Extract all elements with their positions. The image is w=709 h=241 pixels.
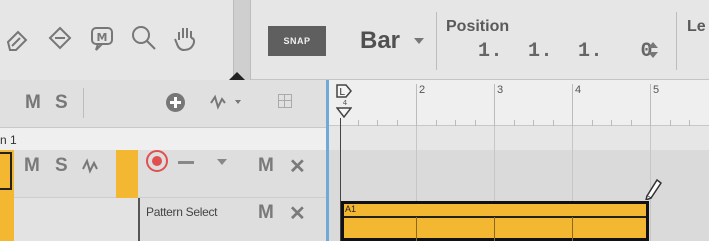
pattern-clip-label: A1 — [345, 204, 357, 214]
ruler-tick — [475, 120, 476, 126]
ruler-tick — [397, 120, 398, 126]
svg-text:M: M — [97, 31, 108, 44]
pattern-beat-line — [494, 217, 495, 241]
automation-icon[interactable] — [210, 93, 244, 111]
toolbar-divider — [436, 12, 437, 70]
mute-all-button[interactable]: M — [25, 92, 41, 114]
pattern-lane-remove-button[interactable]: ✕ — [289, 201, 306, 226]
bar-number: 2 — [419, 84, 426, 96]
pencil-cursor-icon — [642, 176, 663, 202]
pattern-lane-spacer — [14, 198, 138, 241]
grid-select[interactable]: Bar — [360, 25, 400, 57]
track-input-dash — [178, 161, 194, 164]
bar-line — [416, 84, 417, 126]
ruler-tick — [533, 120, 534, 126]
eraser-icon[interactable] — [2, 22, 34, 54]
pattern-clip-divider — [344, 216, 646, 218]
grid-view-icon[interactable] — [278, 94, 292, 108]
chevron-down-icon[interactable] — [217, 159, 227, 165]
position-field[interactable]: 1. 1. 1. 0 — [478, 40, 653, 63]
bar-line — [650, 84, 651, 126]
track-remove-button[interactable]: ✕ — [289, 154, 306, 179]
bar-number: 3 — [497, 84, 504, 96]
header-divider — [83, 88, 84, 118]
paint-bucket-icon[interactable] — [44, 22, 76, 54]
ruler-tick — [553, 120, 554, 126]
ruler-tick — [514, 120, 515, 126]
ruler-tick — [455, 120, 456, 126]
section-label: n 1 — [0, 133, 17, 147]
ruler-tick — [377, 120, 378, 126]
ruler-tick — [358, 120, 359, 126]
loop-marker-icon[interactable]: L 4 — [335, 84, 353, 119]
separator-notch-icon — [229, 72, 245, 80]
pattern-beat-line — [416, 217, 417, 241]
pattern-lane-label: Pattern Select — [146, 205, 218, 219]
add-track-icon[interactable] — [166, 93, 185, 112]
track-mute-button[interactable]: M — [24, 155, 40, 177]
magnifier-icon[interactable] — [128, 22, 160, 54]
chevron-down-icon[interactable] — [414, 38, 424, 44]
loop-marker-letter: L — [339, 87, 345, 98]
pattern-beat-line — [572, 217, 573, 241]
ruler-tick — [611, 120, 612, 126]
arrange-focus-border — [326, 80, 329, 241]
pattern-lane-mute-button[interactable]: M — [258, 202, 274, 224]
solo-all-button[interactable]: S — [55, 92, 68, 114]
track-color-swatch[interactable] — [116, 150, 138, 198]
bar-line — [572, 84, 573, 126]
pattern-clip[interactable] — [341, 201, 649, 241]
ruler-tick — [689, 120, 690, 126]
snap-button[interactable]: SNAP — [268, 26, 326, 56]
marker-icon[interactable]: M — [86, 22, 118, 54]
track-automation-icon[interactable] — [82, 157, 104, 175]
ruler-tick — [631, 120, 632, 126]
toolbar-divider — [676, 12, 677, 70]
loop-marker-sub: 4 — [343, 99, 348, 107]
track-monitor-button[interactable]: M — [258, 155, 274, 177]
ruler-tick — [436, 120, 437, 126]
position-label: Position — [446, 18, 510, 35]
record-arm-icon[interactable] — [146, 150, 168, 172]
hand-icon[interactable] — [170, 22, 202, 54]
bar-number: 5 — [653, 84, 660, 96]
ruler-tick — [670, 120, 671, 126]
bar-line — [494, 84, 495, 126]
ruler-tick — [592, 120, 593, 126]
tool-group: M — [0, 0, 233, 80]
track-solo-button[interactable]: S — [55, 155, 68, 177]
timeline-ruler[interactable] — [329, 80, 709, 126]
panel-separator[interactable] — [233, 0, 251, 80]
section-row — [0, 128, 328, 150]
bar-number: 4 — [575, 84, 582, 96]
track-selection-indicator — [0, 152, 12, 190]
position-spinner-icon[interactable] — [647, 40, 659, 60]
arrange-section-lane — [329, 126, 709, 150]
length-label: Le — [687, 18, 706, 35]
